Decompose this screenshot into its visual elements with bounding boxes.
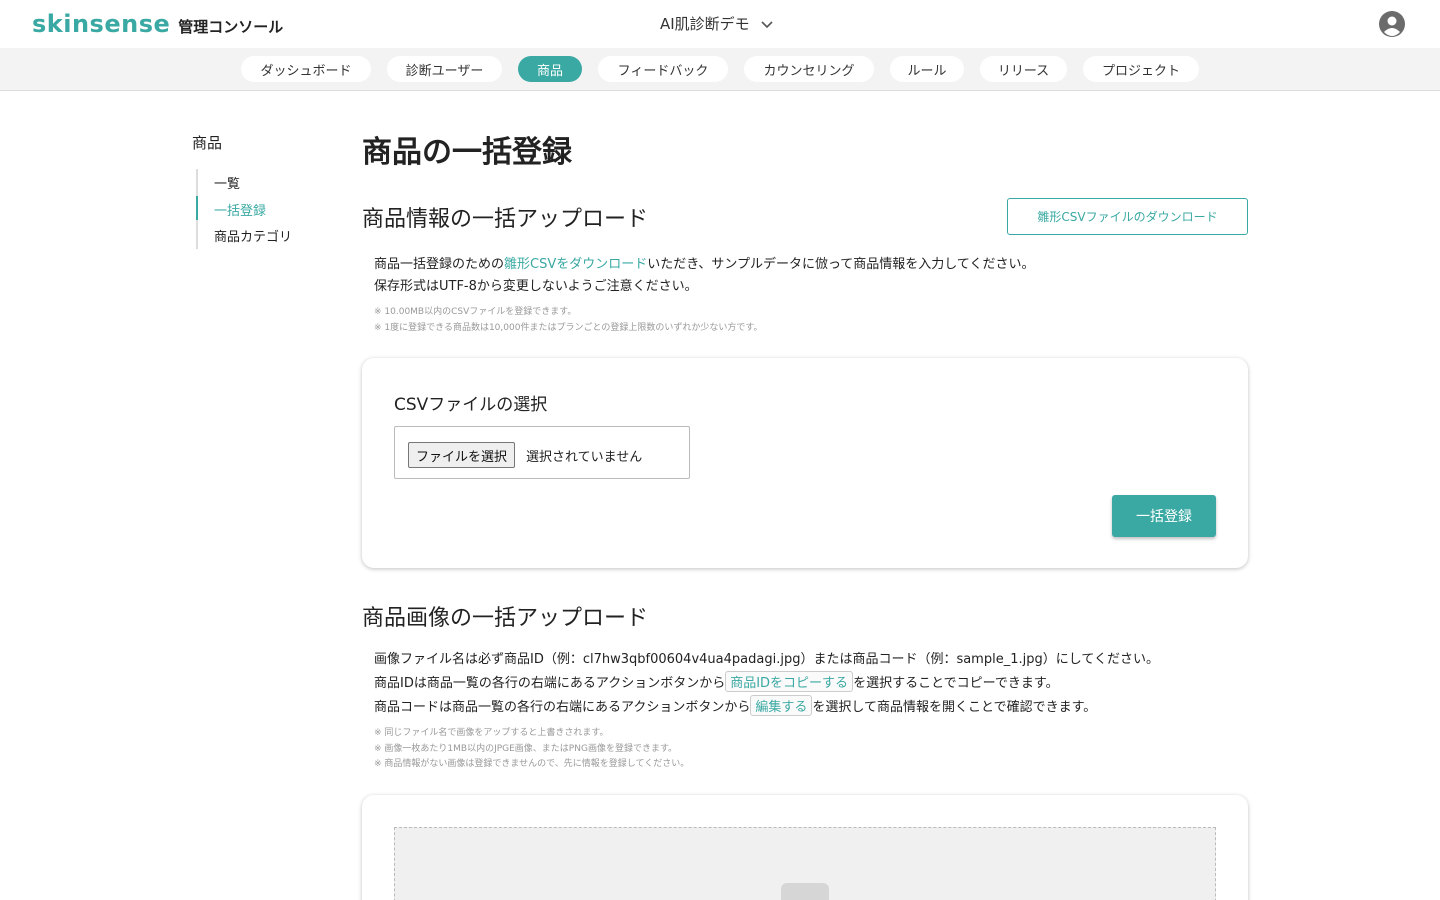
- image-section-heading: 商品画像の一括アップロード: [362, 606, 649, 631]
- tab-products[interactable]: 商品: [518, 56, 582, 82]
- project-selector[interactable]: AI肌診断デモ: [660, 13, 774, 34]
- project-name: AI肌診断デモ: [660, 15, 750, 33]
- csv-upload-card: CSVファイルの選択 ファイルを選択 選択されていません 一括登録: [362, 358, 1248, 568]
- sidebar-item-bulk-register[interactable]: 一括登録: [214, 200, 266, 219]
- csv-desc1-text: 商品一括登録のための: [374, 257, 505, 272]
- sidebar-item-categories[interactable]: 商品カテゴリ: [214, 226, 292, 245]
- image-desc2-text-end: を選択することでコピーできます。: [853, 676, 1059, 691]
- tab-dashboard[interactable]: ダッシュボード: [241, 56, 371, 82]
- csv-file-label: CSVファイルの選択: [394, 395, 548, 415]
- tab-diagnosis-users[interactable]: 診断ユーザー: [387, 56, 502, 82]
- download-template-button[interactable]: 雛形CSVファイルのダウンロード: [1007, 198, 1248, 235]
- image-description-2: 商品IDは商品一覧の各行の右端にあるアクションボタンから 商品IDをコピーする を選…: [374, 671, 1059, 692]
- image-desc3-text: 商品コードは商品一覧の各行の右端にあるアクションボタンから: [374, 700, 751, 715]
- tab-rules[interactable]: ルール: [890, 56, 964, 82]
- chevron-down-icon: [761, 20, 773, 28]
- image-note-2: ※ 画像一枚あたり1MB以内のJPGE画像、またはPNG画像を登録できます。: [374, 744, 678, 754]
- choose-file-button[interactable]: ファイルを選択: [408, 442, 516, 468]
- bulk-register-button[interactable]: 一括登録: [1112, 495, 1216, 537]
- sidebar-menu: 一覧 一括登録 商品カテゴリ: [196, 169, 326, 249]
- image-note-1: ※ 同じファイル名で画像をアップすると上書きされます。: [374, 728, 609, 738]
- csv-file-input[interactable]: ファイルを選択 選択されていません: [394, 426, 690, 479]
- sidebar-active-marker: [196, 196, 198, 220]
- image-desc2-text: 商品IDは商品一覧の各行の右端にあるアクションボタンから: [374, 676, 726, 691]
- image-desc3-text-end: を選択して商品情報を開くことで確認できます。: [812, 700, 1097, 715]
- csv-note-1: ※ 10.00MB以内のCSVファイルを登録できます。: [374, 307, 577, 317]
- csv-section-heading: 商品情報の一括アップロード: [362, 207, 649, 232]
- csv-desc1-text-end: いただき、サンプルデータに倣って商品情報を入力してください。: [647, 257, 1035, 272]
- image-note-3: ※ 商品情報がない画像は登録できませんので、先に情報を登録してください。: [374, 759, 690, 769]
- sidebar-title: 商品: [192, 134, 223, 152]
- sidebar-item-list[interactable]: 一覧: [214, 173, 240, 192]
- tab-projects[interactable]: プロジェクト: [1083, 56, 1199, 82]
- account-circle-icon[interactable]: [1378, 10, 1406, 38]
- csv-note-2: ※ 1度に登録できる商品数は10,000件またはプランごとの登録上限数のいずれか…: [374, 323, 763, 333]
- image-upload-icon: [781, 883, 829, 900]
- image-dropzone[interactable]: [394, 827, 1216, 900]
- logo-subtitle: 管理コンソール: [178, 18, 284, 36]
- csv-description-2: 保存形式はUTF-8から変更しないようご注意ください。: [374, 279, 698, 294]
- csv-description-1: 商品一括登録のための雛形CSVをダウンロードいただき、サンプルデータに倣って商品…: [374, 253, 1035, 272]
- image-description-1: 画像ファイル名は必ず商品ID（例：cl7hw3qbf00604v4ua4pada…: [374, 652, 1159, 667]
- page-title: 商品の一括登録: [362, 135, 572, 170]
- top-header: skinsense 管理コンソール AI肌診断デモ: [0, 0, 1440, 48]
- logo[interactable]: skinsense 管理コンソール: [32, 10, 283, 38]
- logo-mark: skinsense: [32, 10, 171, 38]
- tab-releases[interactable]: リリース: [980, 56, 1067, 82]
- image-description-3: 商品コードは商品一覧の各行の右端にあるアクションボタンから 編集する を選択して商品…: [374, 695, 1096, 716]
- tab-feedback[interactable]: フィードバック: [598, 56, 728, 82]
- download-template-link[interactable]: 雛形CSVをダウンロード: [504, 257, 647, 272]
- file-status: 選択されていません: [526, 450, 643, 465]
- image-upload-card: [362, 795, 1248, 900]
- copy-product-id-chip: 商品IDをコピーする: [725, 671, 854, 692]
- tab-counseling[interactable]: カウンセリング: [744, 56, 874, 82]
- main-nav: ダッシュボード 診断ユーザー 商品 フィードバック カウンセリング ルール リリ…: [0, 48, 1440, 91]
- edit-chip: 編集する: [750, 695, 813, 716]
